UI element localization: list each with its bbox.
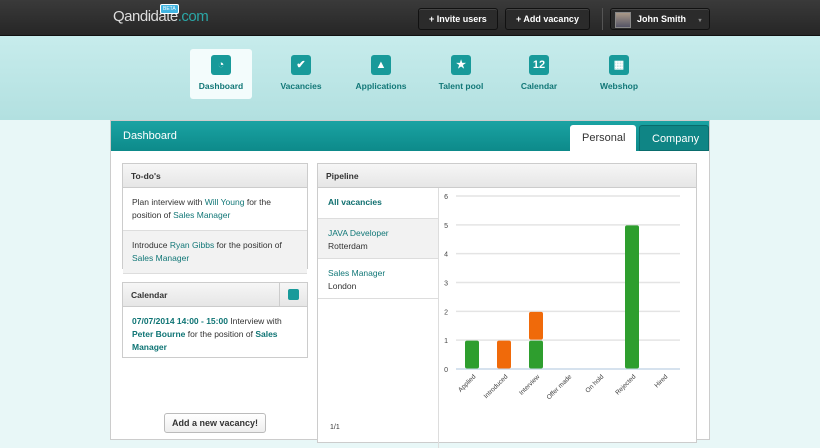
y-tick-label: 1 <box>444 338 448 345</box>
chevron-down-icon: ▾ <box>698 18 702 24</box>
invite-users-button[interactable]: + Invite users <box>418 8 498 30</box>
y-tick-label: 4 <box>444 252 448 259</box>
nav-webshop[interactable]: ▦ Webshop <box>588 49 650 99</box>
vacancies-icon: ✔ <box>291 55 311 75</box>
beta-badge: BETA <box>160 4 179 14</box>
calendar-icon <box>288 289 299 300</box>
nav-applications[interactable]: ▲ Applications <box>350 49 412 99</box>
add-vacancy-cta-button[interactable]: Add a new vacancy! <box>164 413 266 433</box>
main-nav: ◔ Dashboard ✔ Vacancies ▲ Applications ★ Talent… <box>0 36 820 120</box>
webshop-icon: ▦ <box>609 55 629 75</box>
nav-vacancies[interactable]: ✔ Vacancies <box>270 49 332 99</box>
x-tick-label: Interview <box>518 373 542 397</box>
bar <box>497 340 511 369</box>
todo-item[interactable]: Introduce Ryan Gibbs for the position of… <box>123 231 307 274</box>
x-tick-label: On hold <box>584 373 605 394</box>
vacancy-all[interactable]: All vacancies <box>318 188 438 219</box>
user-menu[interactable]: John Smith ▾ <box>610 8 710 30</box>
top-bar: Qandidate.com BETA + Invite users + Add … <box>0 0 820 36</box>
pipeline-chart: 0 1 2 3 4 5 6 Applied Introduced Interview Offer m… <box>444 194 680 401</box>
divider <box>602 8 603 30</box>
vacancy-list: All vacancies JAVA Developer Rotterdam Sa… <box>318 188 439 448</box>
avatar <box>615 11 631 28</box>
calendar-icon: 12 <box>529 55 549 75</box>
tab-personal[interactable]: Personal <box>570 125 636 151</box>
nav-talent-pool[interactable]: ★ Talent pool <box>430 49 492 99</box>
calendar-event[interactable]: 07/07/2014 14:00 - 15:00 Interview with … <box>123 307 307 362</box>
y-tick-label: 0 <box>444 367 448 374</box>
bar <box>529 340 543 369</box>
bar <box>625 225 639 369</box>
nav-label: Vacancies <box>280 81 322 91</box>
vacancy-item[interactable]: Sales Manager London <box>318 259 438 299</box>
x-tick-label: Introduced <box>483 373 510 400</box>
nav-label: Dashboard <box>198 81 244 91</box>
nav-label: Calendar <box>520 81 558 91</box>
add-vacancy-button[interactable]: + Add vacancy <box>505 8 590 30</box>
talent-pool-icon: ★ <box>451 55 471 75</box>
x-tick-label: Rejected <box>614 373 637 396</box>
nav-dashboard[interactable]: ◔ Dashboard <box>190 49 252 99</box>
tab-company[interactable]: Company <box>639 125 709 151</box>
x-tick-label: Hired <box>653 373 669 389</box>
todos-box: To-do's Plan interview with Will Young f… <box>122 163 308 274</box>
applications-icon: ▲ <box>371 55 391 75</box>
x-tick-label: Offer made <box>546 373 574 401</box>
nav-calendar[interactable]: 12 Calendar <box>508 49 570 99</box>
nav-label: Applications <box>355 81 407 91</box>
y-tick-label: 6 <box>444 194 448 201</box>
y-tick-label: 5 <box>444 223 448 230</box>
todos-title: To-do's <box>123 164 307 188</box>
bar <box>465 340 479 369</box>
nav-label: Talent pool <box>438 81 484 91</box>
pipeline-box: Pipeline All vacancies JAVA Developer Rot… <box>317 163 697 448</box>
todo-item[interactable]: Plan interview with Will Young for the p… <box>123 188 307 231</box>
calendar-button[interactable] <box>279 283 307 307</box>
x-tick-label: Applied <box>457 373 478 394</box>
calendar-box: Calendar 07/07/2014 14:00 - 15:00 Interv… <box>122 282 308 358</box>
vacancy-item[interactable]: JAVA Developer Rotterdam <box>318 219 438 259</box>
bar <box>529 311 543 340</box>
nav-label: Webshop <box>599 81 639 91</box>
y-tick-label: 2 <box>444 309 448 316</box>
pipeline-title: Pipeline <box>318 164 696 188</box>
dashboard-icon: ◔ <box>211 55 231 75</box>
y-tick-label: 3 <box>444 281 448 288</box>
